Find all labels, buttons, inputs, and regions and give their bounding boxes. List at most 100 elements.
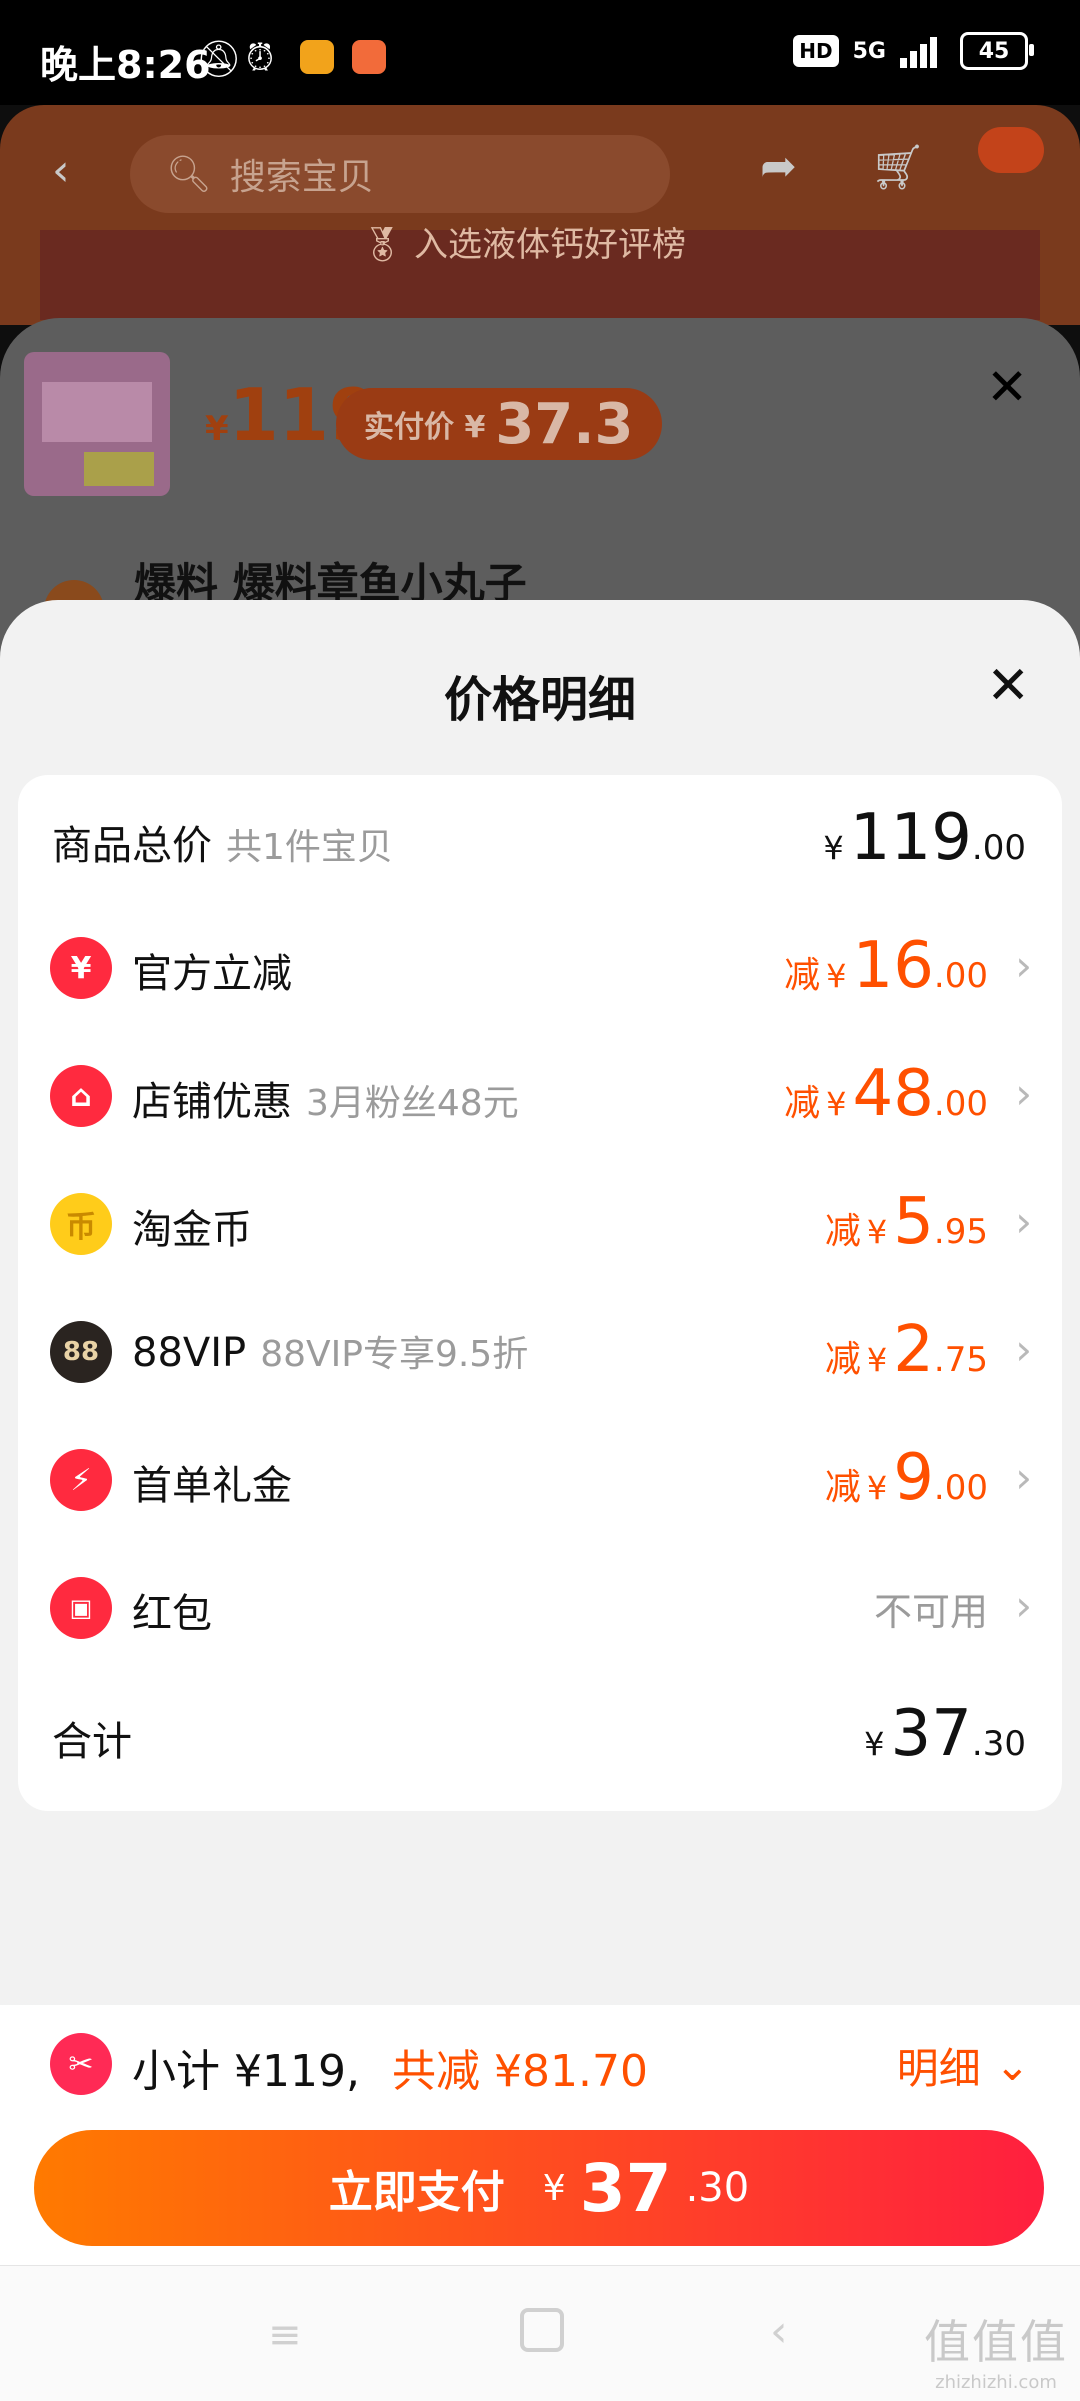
red-envelope-row[interactable]: ▣ 红包 不可用 › [18, 1543, 1062, 1671]
row-label: 官方立减 [132, 941, 292, 999]
status-bar: 晚上8:26 🔕︎ ⏰︎ HD 5G 45 [0, 0, 1080, 105]
row-label-text: 88VIP [132, 1330, 247, 1376]
award-text: 🏅︎ 入选液体钙好评榜 [360, 225, 686, 265]
back-icon[interactable]: ‹ [52, 145, 70, 196]
minus-prefix: 减 [824, 1211, 861, 1252]
chevron-right-icon: › [1015, 1197, 1032, 1246]
detail-toggle[interactable]: 明细 ⌄ [897, 2035, 1030, 2096]
network-type: 5G [852, 38, 886, 64]
amount-dec: .75 [933, 1340, 988, 1380]
paid-price-pill: 实付价 ¥ 37.3 [336, 388, 662, 460]
yen-coin-icon: ¥ [50, 937, 112, 999]
amount-int: 48 [852, 1057, 934, 1131]
official-discount-row[interactable]: ¥ 官方立减 减 ¥16.00 › [18, 903, 1062, 1031]
row-sub: 共1件宝贝 [226, 827, 393, 868]
search-bar[interactable]: 🔍︎ 搜索宝贝 [130, 135, 670, 213]
mute-bell-icon: 🔕︎ [196, 39, 242, 80]
amount-dec: .95 [933, 1212, 988, 1252]
share-icon[interactable]: ➦ [760, 141, 797, 192]
yen-sign: ¥ [823, 829, 844, 867]
row-amount: 减 ¥2.75 [825, 1313, 988, 1387]
paid-label: 实付价 ¥ [364, 410, 486, 445]
chevron-down-icon: ⌄ [994, 2041, 1030, 2090]
first-order-gift-row[interactable]: ⚡︎ 首单礼金 减 ¥9.00 › [18, 1415, 1062, 1543]
yen-sign: ¥ [866, 1469, 888, 1507]
lightning-icon: ⚡︎ [50, 1449, 112, 1511]
chevron-right-icon: › [1015, 1453, 1032, 1502]
pay-int: 37 [579, 2149, 672, 2227]
paid-value: 37.3 [495, 391, 634, 457]
row-label: 淘金币 [132, 1197, 252, 1255]
detail-label: 明细 [896, 2044, 981, 2093]
yen-sign: ¥ [864, 1725, 885, 1763]
taojinbi-row[interactable]: 币 淘金币 减 ¥5.95 › [18, 1159, 1062, 1287]
total-savings-text: 共减 ¥81.70 [392, 2046, 648, 2097]
row-amount: 减 ¥9.00 [825, 1441, 988, 1515]
home-icon[interactable] [520, 2308, 564, 2352]
price-detail-card: 商品总价 共1件宝贝 ¥119.00 ¥ 官方立减 减 ¥16.00 › ⌂ 店铺优… [18, 775, 1062, 1811]
pay-now-button[interactable]: 立即支付 ¥37 .30 [34, 2130, 1044, 2246]
menu-icon[interactable]: ≡ [268, 2312, 302, 2358]
amount-int: 9 [893, 1441, 934, 1515]
amount-int: 119 [849, 801, 972, 875]
row-amount: ¥37.30 [864, 1697, 1026, 1771]
amount-dec: .00 [933, 1468, 988, 1508]
row-label-text: 官方立减 [132, 951, 292, 997]
battery-level: 45 [978, 38, 1010, 64]
minus-prefix: 减 [824, 1339, 861, 1380]
amount-int: 2 [893, 1313, 934, 1387]
row-label-text: 合计 [52, 1719, 132, 1765]
amount-dec: .00 [933, 956, 988, 996]
watermark-logo: 值值值 [924, 2315, 1068, 2369]
row-sub: 3月粉丝48元 [306, 1083, 519, 1124]
rabbit-app-icon [352, 40, 386, 74]
row-amount: ¥119.00 [823, 801, 1026, 875]
row-label: 合计 [52, 1709, 132, 1767]
yen-sign: ¥ [826, 1085, 847, 1123]
cart-icon[interactable]: 🛒︎ [870, 141, 926, 193]
alarm-icon: ⏰︎ [246, 38, 275, 79]
close-icon[interactable]: ✕ [986, 358, 1028, 416]
shop-icon: ⌂ [50, 1065, 112, 1127]
minus-prefix: 减 [784, 955, 821, 996]
chevron-right-icon: › [1015, 1069, 1032, 1118]
row-label: 红包 [132, 1581, 212, 1639]
amount-dec: .00 [933, 1084, 988, 1124]
amount-int: 37 [890, 1697, 972, 1771]
row-amount: 减 ¥16.00 [784, 929, 988, 1003]
shop-discount-row[interactable]: ⌂ 店铺优惠 3月粉丝48元 减 ¥48.00 › [18, 1031, 1062, 1159]
price-detail-sheet: 价格明细 ✕ 商品总价 共1件宝贝 ¥119.00 ¥ 官方立减 减 ¥16.00 … [0, 600, 1080, 2005]
unavailable-text: 不可用 [873, 1590, 988, 1634]
notification-app-icon [300, 40, 334, 74]
row-label-text: 首单礼金 [132, 1463, 292, 1509]
search-placeholder: 搜索宝贝 [229, 157, 374, 198]
row-label-text: 红包 [132, 1591, 212, 1637]
chevron-right-icon: › [1015, 1325, 1032, 1374]
row-sub: 88VIP专享9.5折 [260, 1334, 529, 1375]
amount-dec: .00 [971, 828, 1026, 868]
pay-yen: ¥ [542, 2167, 566, 2209]
battery-icon: 45 [960, 32, 1034, 70]
row-amount: 减 ¥5.95 [825, 1185, 988, 1259]
chevron-right-icon: › [1015, 941, 1032, 990]
vip88-row[interactable]: 88 88VIP 88VIP专享9.5折 减 ¥2.75 › [18, 1287, 1062, 1415]
amount-int: 16 [852, 929, 934, 1003]
notification-badge [978, 127, 1044, 173]
row-label: 首单礼金 [132, 1453, 292, 1511]
close-icon[interactable]: ✕ [986, 656, 1030, 716]
row-amount: 减 ¥48.00 [784, 1057, 988, 1131]
yen-sign: ¥ [866, 1341, 888, 1379]
amount-dec: .30 [971, 1724, 1026, 1764]
ticket-icon: ✂ [50, 2033, 112, 2095]
watermark: 值值值 zhizhizhi.com [924, 2306, 1068, 2393]
minus-prefix: 减 [784, 1083, 821, 1124]
sheet-title: 价格明细 [443, 672, 636, 728]
pay-label: 立即支付 [328, 2167, 505, 2218]
price-yen: ¥ [205, 409, 229, 449]
grand-total-row: 合计 ¥37.30 [18, 1671, 1062, 1799]
chevron-right-icon: › [1015, 1581, 1032, 1630]
row-label: 店铺优惠 3月粉丝48元 [132, 1069, 519, 1127]
back-nav-icon[interactable]: ‹ [770, 2306, 788, 2357]
product-page-header: ‹ 🔍︎ 搜索宝贝 ➦ 🛒︎ 🏅︎ 入选液体钙好评榜 [0, 105, 1080, 325]
amount-int: 5 [893, 1185, 934, 1259]
